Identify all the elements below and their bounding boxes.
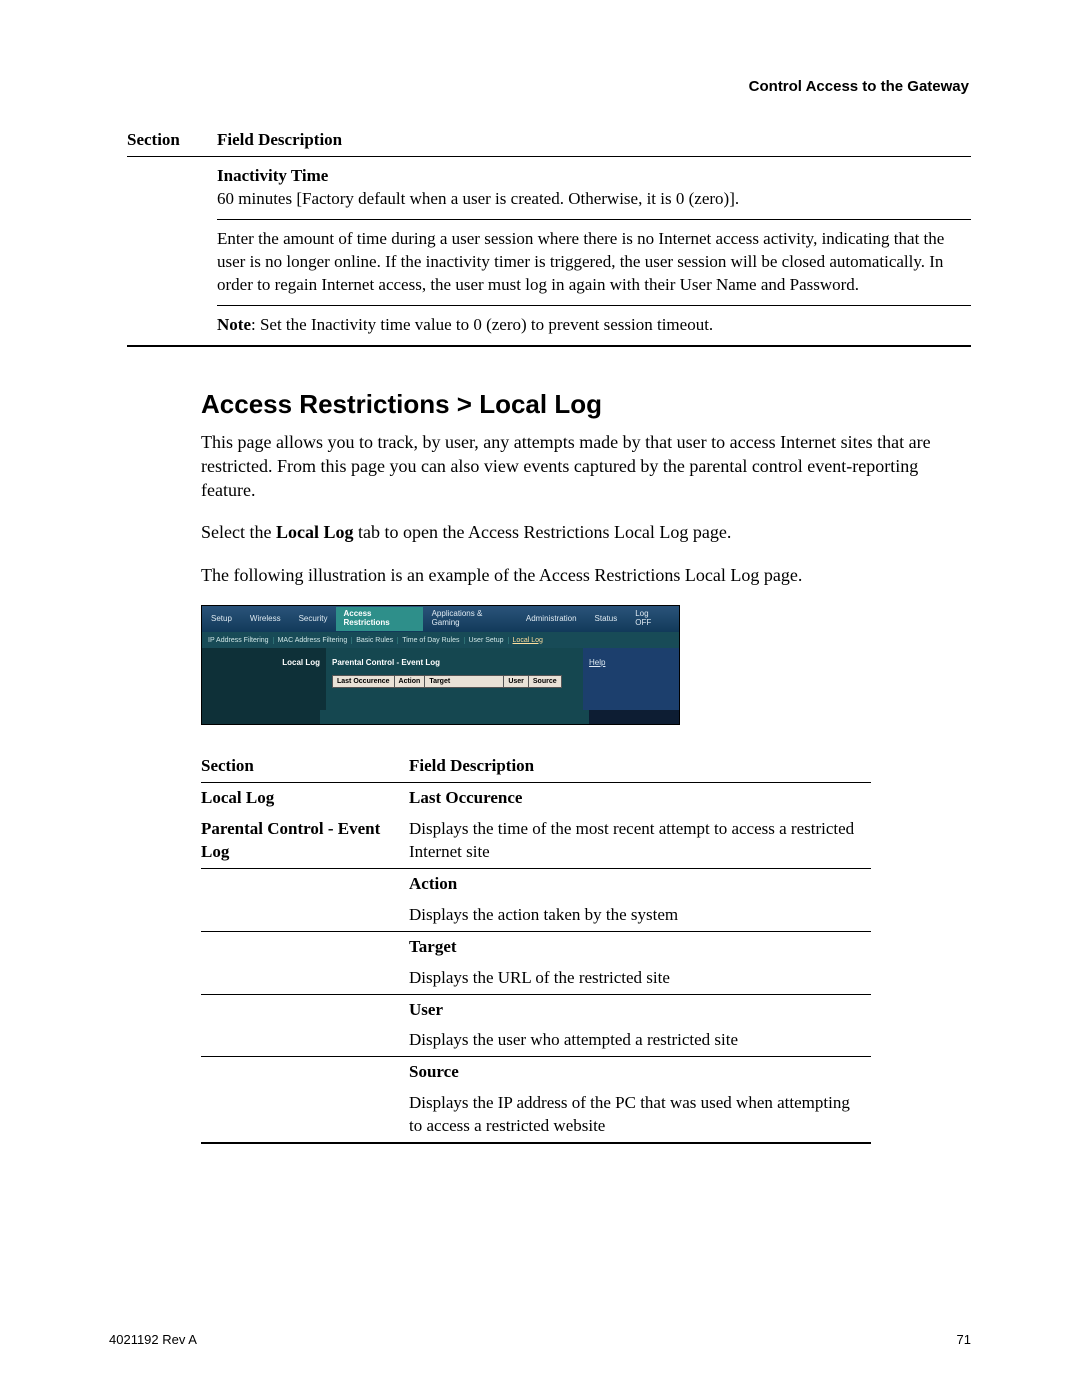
inactivity-time-label: Inactivity Time bbox=[217, 166, 328, 185]
intro-paragraph-2: Select the Local Log tab to open the Acc… bbox=[201, 520, 971, 544]
intro-paragraph-1: This page allows you to track, by user, … bbox=[201, 430, 971, 503]
subtab-tod-rules[interactable]: Time of Day Rules bbox=[398, 637, 464, 644]
note-label: Note bbox=[217, 315, 251, 334]
tab-logoff[interactable]: Log OFF bbox=[626, 610, 679, 628]
inactivity-time-text: 60 minutes [Factory default when a user … bbox=[217, 189, 739, 208]
tbl2-r1-h: Action bbox=[409, 868, 871, 899]
footer-pagenum: 71 bbox=[957, 1332, 971, 1347]
inactivity-table: Section Field Description Inactivity Tim… bbox=[127, 129, 971, 347]
tbl2-r3-t: Displays the user who attempted a restri… bbox=[409, 1025, 871, 1056]
tab-setup[interactable]: Setup bbox=[202, 615, 241, 624]
tbl2-r2-h: Target bbox=[409, 931, 871, 962]
col-user: User bbox=[504, 676, 529, 688]
subtab-ip-filtering[interactable]: IP Address Filtering bbox=[204, 637, 274, 644]
tab-administration[interactable]: Administration bbox=[517, 615, 586, 624]
router-subtabs: IP Address Filtering MAC Address Filteri… bbox=[202, 632, 679, 648]
router-side-label: Local Log bbox=[202, 648, 326, 710]
tbl2-r2-t: Displays the URL of the restricted site bbox=[409, 963, 871, 994]
col-source: Source bbox=[528, 676, 561, 688]
subtab-basic-rules[interactable]: Basic Rules bbox=[352, 637, 398, 644]
subtab-user-setup[interactable]: User Setup bbox=[465, 637, 509, 644]
router-screenshot: Setup Wireless Security Access Restricti… bbox=[201, 605, 680, 725]
tbl2-section-l2: Parental Control - Event Log bbox=[201, 814, 409, 868]
router-main-tabs: Setup Wireless Security Access Restricti… bbox=[202, 606, 679, 632]
tab-wireless[interactable]: Wireless bbox=[241, 615, 290, 624]
tbl2-h-section: Section bbox=[201, 755, 409, 782]
tbl2-r4-h: Source bbox=[409, 1057, 871, 1088]
col-last-occurence: Last Occurence bbox=[333, 676, 395, 688]
tbl1-row3: Note: Set the Inactivity time value to 0… bbox=[217, 305, 971, 345]
tbl2-r3-h: User bbox=[409, 994, 871, 1025]
tbl1-h-fd: Field Description bbox=[217, 129, 971, 156]
col-target: Target bbox=[425, 676, 504, 688]
tbl2-r0-t: Displays the time of the most recent att… bbox=[409, 814, 871, 868]
tbl1-row2: Enter the amount of time during a user s… bbox=[217, 219, 971, 305]
col-action: Action bbox=[394, 676, 425, 688]
router-event-table: Last Occurence Action Target User Source bbox=[332, 675, 562, 688]
tbl2-h-fd: Field Description bbox=[409, 755, 871, 782]
tbl2-r4-t: Displays the IP address of the PC that w… bbox=[409, 1088, 871, 1143]
tbl2-r1-t: Displays the action taken by the system bbox=[409, 900, 871, 931]
tab-access-restrictions[interactable]: Access Restrictions bbox=[336, 607, 422, 631]
footer-docnum: 4021192 Rev A bbox=[109, 1332, 197, 1347]
local-log-table: Section Field Description Local Log Last… bbox=[201, 755, 871, 1144]
subtab-local-log[interactable]: Local Log bbox=[509, 637, 547, 644]
tab-applications[interactable]: Applications & Gaming bbox=[423, 610, 517, 628]
tbl1-h-section: Section bbox=[127, 129, 217, 156]
tab-security[interactable]: Security bbox=[290, 615, 337, 624]
page-header: Control Access to the Gateway bbox=[127, 78, 971, 95]
section-heading: Access Restrictions > Local Log bbox=[201, 389, 971, 420]
tbl2-section-l1: Local Log bbox=[201, 782, 409, 813]
router-panel-title: Parental Control - Event Log bbox=[332, 658, 577, 667]
tbl1-row1: Inactivity Time 60 minutes [Factory defa… bbox=[217, 156, 971, 219]
intro-paragraph-3: The following illustration is an example… bbox=[201, 563, 971, 587]
tab-status[interactable]: Status bbox=[586, 615, 627, 624]
tbl2-r0-h: Last Occurence bbox=[409, 782, 871, 813]
subtab-mac-filtering[interactable]: MAC Address Filtering bbox=[274, 637, 353, 644]
note-text: : Set the Inactivity time value to 0 (ze… bbox=[251, 315, 713, 334]
router-help-link[interactable]: Help bbox=[583, 648, 679, 710]
